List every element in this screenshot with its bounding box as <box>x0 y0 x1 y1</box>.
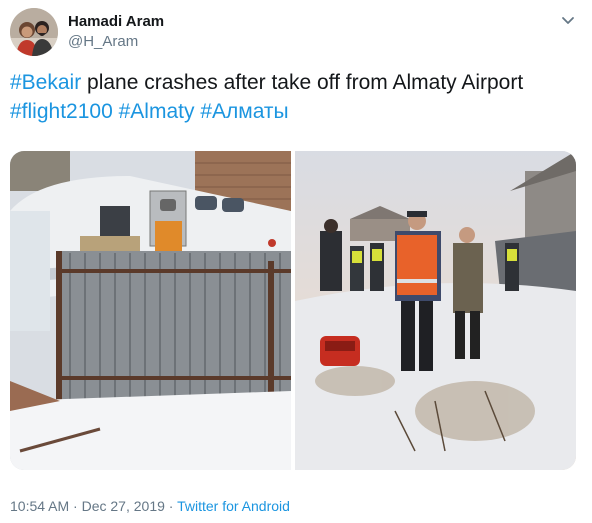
tweet-card: Hamadi Aram @H_Aram #Bekair plane crashe… <box>0 0 592 523</box>
tweet-time[interactable]: 10:54 AM <box>10 498 69 514</box>
hashtag-almaty[interactable]: #Almaty <box>119 100 195 123</box>
tweet-text: #Bekair plane crashes after take off fro… <box>10 68 585 126</box>
hashtag-almaty-cyrillic[interactable]: #Алматы <box>200 100 288 123</box>
author-handle[interactable]: @H_Aram <box>68 33 138 50</box>
meta-separator: · <box>164 498 178 514</box>
author-name[interactable]: Hamadi Aram <box>68 13 164 30</box>
chevron-down-icon[interactable] <box>560 12 576 28</box>
tweet-date[interactable]: Dec 27, 2019 <box>82 498 165 514</box>
hashtag-flight2100[interactable]: #flight2100 <box>10 100 113 123</box>
hashtag-bekair[interactable]: #Bekair <box>10 71 81 94</box>
tweet-meta: 10:54 AM · Dec 27, 2019 · Twitter for An… <box>10 498 290 514</box>
tweet-source[interactable]: Twitter for Android <box>177 498 290 514</box>
photo-plane-wreck[interactable] <box>10 151 291 470</box>
tweet-body: plane crashes after take off from Almaty… <box>81 71 524 94</box>
photo-rescue-workers[interactable] <box>295 151 576 470</box>
avatar[interactable] <box>10 8 58 56</box>
meta-separator: · <box>69 498 82 514</box>
